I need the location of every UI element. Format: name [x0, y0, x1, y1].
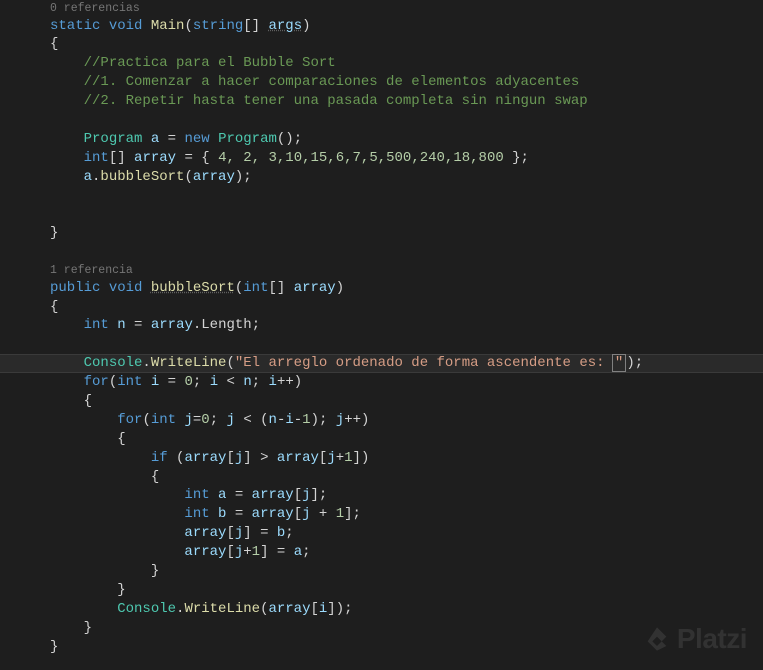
platzi-watermark: Platzi	[643, 620, 747, 658]
code-line[interactable]	[18, 187, 763, 206]
code-line[interactable]: for(int i = 0; i < n; i++)	[18, 373, 763, 392]
code-line[interactable]: {	[18, 392, 763, 411]
code-line[interactable]: int a = array[j];	[18, 486, 763, 505]
codelens-bubblesort[interactable]: 1 referencia	[18, 263, 763, 279]
code-line[interactable]: {	[18, 298, 763, 317]
code-line[interactable]: }	[18, 562, 763, 581]
code-line[interactable]: //2. Repetir hasta tener una pasada comp…	[18, 92, 763, 111]
code-line[interactable]	[18, 205, 763, 224]
code-line[interactable]: {	[18, 430, 763, 449]
code-line[interactable]: array[j+1] = a;	[18, 543, 763, 562]
codelens-main[interactable]: 0 referencias	[18, 1, 763, 17]
code-line[interactable]: static void Main(string[] args)	[18, 17, 763, 36]
code-line[interactable]: }	[18, 224, 763, 243]
code-line[interactable]: //1. Comenzar a hacer comparaciones de e…	[18, 73, 763, 92]
code-line[interactable]: for(int j=0; j < (n-i-1); j++)	[18, 411, 763, 430]
code-line[interactable]: a.bubbleSort(array);	[18, 168, 763, 187]
code-line[interactable]: //Practica para el Bubble Sort	[18, 54, 763, 73]
code-line[interactable]: {	[18, 468, 763, 487]
code-line-current[interactable]: Console.WriteLine("El arreglo ordenado d…	[0, 354, 763, 373]
text-cursor: "	[612, 354, 626, 372]
code-line[interactable]: if (array[j] > array[j+1])	[18, 449, 763, 468]
code-line[interactable]: Program a = new Program();	[18, 130, 763, 149]
code-line[interactable]: int[] array = { 4, 2, 3,10,15,6,7,5,500,…	[18, 149, 763, 168]
code-line[interactable]: array[j] = b;	[18, 524, 763, 543]
code-line[interactable]: public void bubbleSort(int[] array)	[18, 279, 763, 298]
code-line[interactable]: int n = array.Length;	[18, 316, 763, 335]
code-line[interactable]: }	[18, 581, 763, 600]
code-editor[interactable]: 0 referencias static void Main(string[] …	[0, 1, 763, 656]
code-line[interactable]: int b = array[j + 1];	[18, 505, 763, 524]
code-line[interactable]	[18, 243, 763, 262]
platzi-logo-icon	[643, 625, 671, 653]
code-line[interactable]	[18, 111, 763, 130]
code-line[interactable]	[18, 335, 763, 354]
code-line[interactable]: Console.WriteLine(array[i]);	[18, 600, 763, 619]
code-line[interactable]: {	[18, 35, 763, 54]
